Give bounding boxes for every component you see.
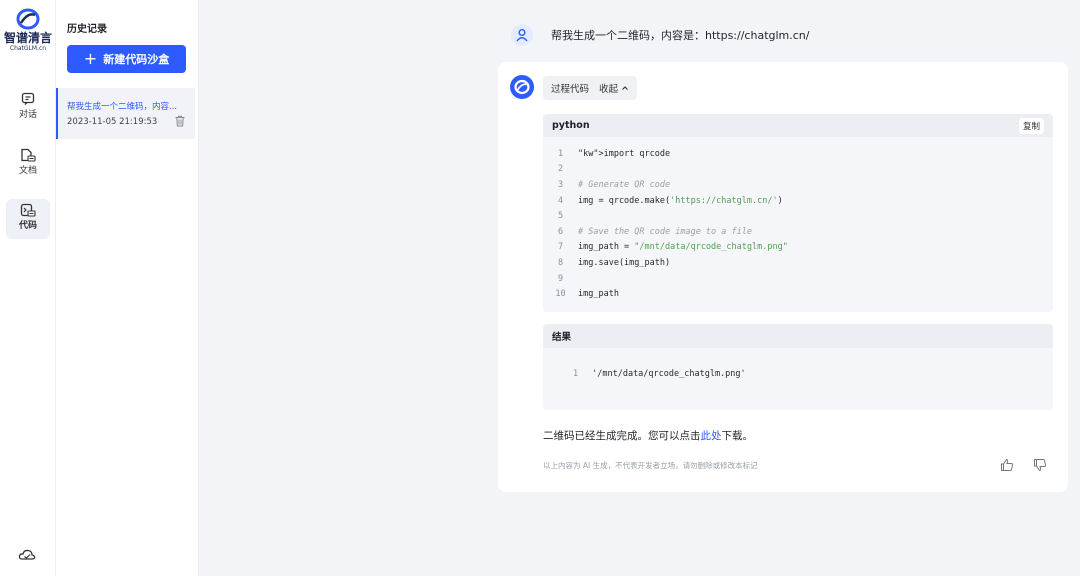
code-text: "kw">import qrcode <box>578 148 671 159</box>
code-text: img_path <box>578 289 619 300</box>
code-line: 9 <box>543 271 1053 287</box>
new-code-sandbox-label: 新建代码沙盒 <box>103 53 170 66</box>
code-line: 6 # Save the QR code image to a file <box>543 224 1053 240</box>
line-number: 7 <box>557 242 564 253</box>
code-line: 5 <box>543 208 1053 224</box>
line-number: 5 <box>557 211 564 222</box>
result-value: '/mnt/data/qrcode_chatglm.png' <box>592 369 746 379</box>
user-message: 帮我生成一个二维码，内容是：https://chatglm.cn/ <box>551 29 810 42</box>
settings-cloud-button[interactable] <box>18 546 38 566</box>
left-rail: 智谱清言 ChatGLM.cn 对话 文档 代码 <box>0 0 56 576</box>
line-number: 1 <box>557 148 564 159</box>
cloud-settings-icon <box>18 549 36 560</box>
new-code-sandbox-button[interactable]: + 新建代码沙盒 <box>67 45 186 73</box>
line-number: 3 <box>557 179 564 190</box>
code-line: 8 img.save(img_path) <box>543 255 1053 271</box>
line-number: 9 <box>557 273 564 284</box>
rail-item-label: 文档 <box>18 166 37 176</box>
chevron-up-icon <box>622 86 628 90</box>
code-text: img = qrcode.make('https://chatglm.cn/') <box>578 195 783 206</box>
history-panel: 历史记录 + 新建代码沙盒 帮我生成一个二维码，内容... 2023-11-05… <box>56 0 199 576</box>
main-area: 帮我生成一个二维码，内容是：https://chatglm.cn/ 过程代码 收… <box>199 0 1080 576</box>
rail-item-label: 代码 <box>18 221 37 231</box>
ai-disclaimer: 以上内容为 AI 生成，不代表开发者立场，请勿删除或修改本标记 <box>543 461 758 470</box>
download-link[interactable]: 此处 <box>701 430 722 442</box>
brand-name: 智谱清言 <box>3 31 52 45</box>
code-icon <box>20 203 36 217</box>
code-line: 10 img_path <box>543 286 1053 302</box>
code-text: img_path = "/mnt/data/qrcode_chatglm.png… <box>578 242 788 253</box>
answer-prefix: 二维码已经生成完成。您可以点击 <box>543 430 701 442</box>
history-item[interactable]: 帮我生成一个二维码，内容... 2023-11-05 21:19:53 <box>56 88 195 139</box>
result-title: 结果 <box>543 324 1053 348</box>
rail-item-code[interactable]: 代码 <box>6 199 50 239</box>
plus-icon: + <box>83 49 98 68</box>
code-line: 1 "kw">import qrcode <box>543 146 1053 162</box>
code-line: 3 # Generate QR code <box>543 177 1053 193</box>
rail-item-document[interactable]: 文档 <box>6 144 50 184</box>
line-number: 4 <box>557 195 564 206</box>
process-code-toggle[interactable]: 过程代码 收起 <box>543 76 638 100</box>
code-text: img.save(img_path) <box>578 257 671 268</box>
rail-item-label: 对话 <box>18 110 37 120</box>
code-block: python 复制 1 "kw">import qrcode 2 3 # Generat… <box>543 114 1053 312</box>
result-line-number: 1 <box>573 369 579 379</box>
code-language: python <box>552 120 590 131</box>
thumbs-up-icon[interactable] <box>1000 458 1014 472</box>
line-number: 8 <box>557 257 564 268</box>
line-number: 2 <box>557 164 564 175</box>
collapse-toggle[interactable]: 收起 <box>599 81 629 95</box>
copy-button[interactable]: 复制 <box>1018 117 1044 134</box>
result-block: 结果 1 '/mnt/data/qrcode_chatglm.png' <box>543 324 1053 410</box>
history-title: 历史记录 <box>67 24 107 35</box>
user-avatar <box>511 24 533 46</box>
rail-item-chat[interactable]: 对话 <box>6 88 50 128</box>
collapse-label: 收起 <box>599 84 619 95</box>
brand-sub: ChatGLM.cn <box>9 45 47 52</box>
code-header: python 复制 <box>543 114 1053 137</box>
code-lines: 1 "kw">import qrcode 2 3 # Generate QR code 4… <box>543 137 1053 302</box>
process-code-label: 过程代码 <box>551 84 590 95</box>
answer-text: 二维码已经生成完成。您可以点击此处下载。 <box>543 428 753 443</box>
document-icon <box>21 148 36 162</box>
code-text: # Save the QR code image to a file <box>578 226 752 237</box>
logo: 智谱清言 ChatGLM.cn <box>0 8 56 53</box>
result-line: 1 '/mnt/data/qrcode_chatglm.png' <box>573 369 746 379</box>
history-item-datetime: 2023-11-05 21:19:53 <box>67 117 158 127</box>
answer-card: 过程代码 收起 python 复制 1 "kw">import qrcode 2 3 #… <box>498 62 1068 492</box>
code-line: 2 <box>543 162 1053 178</box>
code-text: # Generate QR code <box>578 179 671 190</box>
history-item-title: 帮我生成一个二维码，内容... <box>67 102 178 112</box>
trash-icon[interactable] <box>174 115 186 127</box>
thumbs-down-icon[interactable] <box>1033 458 1047 472</box>
line-number: 10 <box>555 289 566 300</box>
answer-suffix: 下载。 <box>721 430 754 442</box>
chatglm-logo-icon <box>16 8 40 30</box>
user-icon <box>516 29 528 42</box>
code-line: 4 img = qrcode.make('https://chatglm.cn/'… <box>543 193 1053 209</box>
line-number: 6 <box>557 226 564 237</box>
bot-avatar-icon <box>510 75 534 99</box>
user-message-row: 帮我生成一个二维码，内容是：https://chatglm.cn/ <box>511 24 809 46</box>
code-line: 7 img_path = "/mnt/data/qrcode_chatglm.pn… <box>543 240 1053 256</box>
chat-icon <box>21 92 35 105</box>
